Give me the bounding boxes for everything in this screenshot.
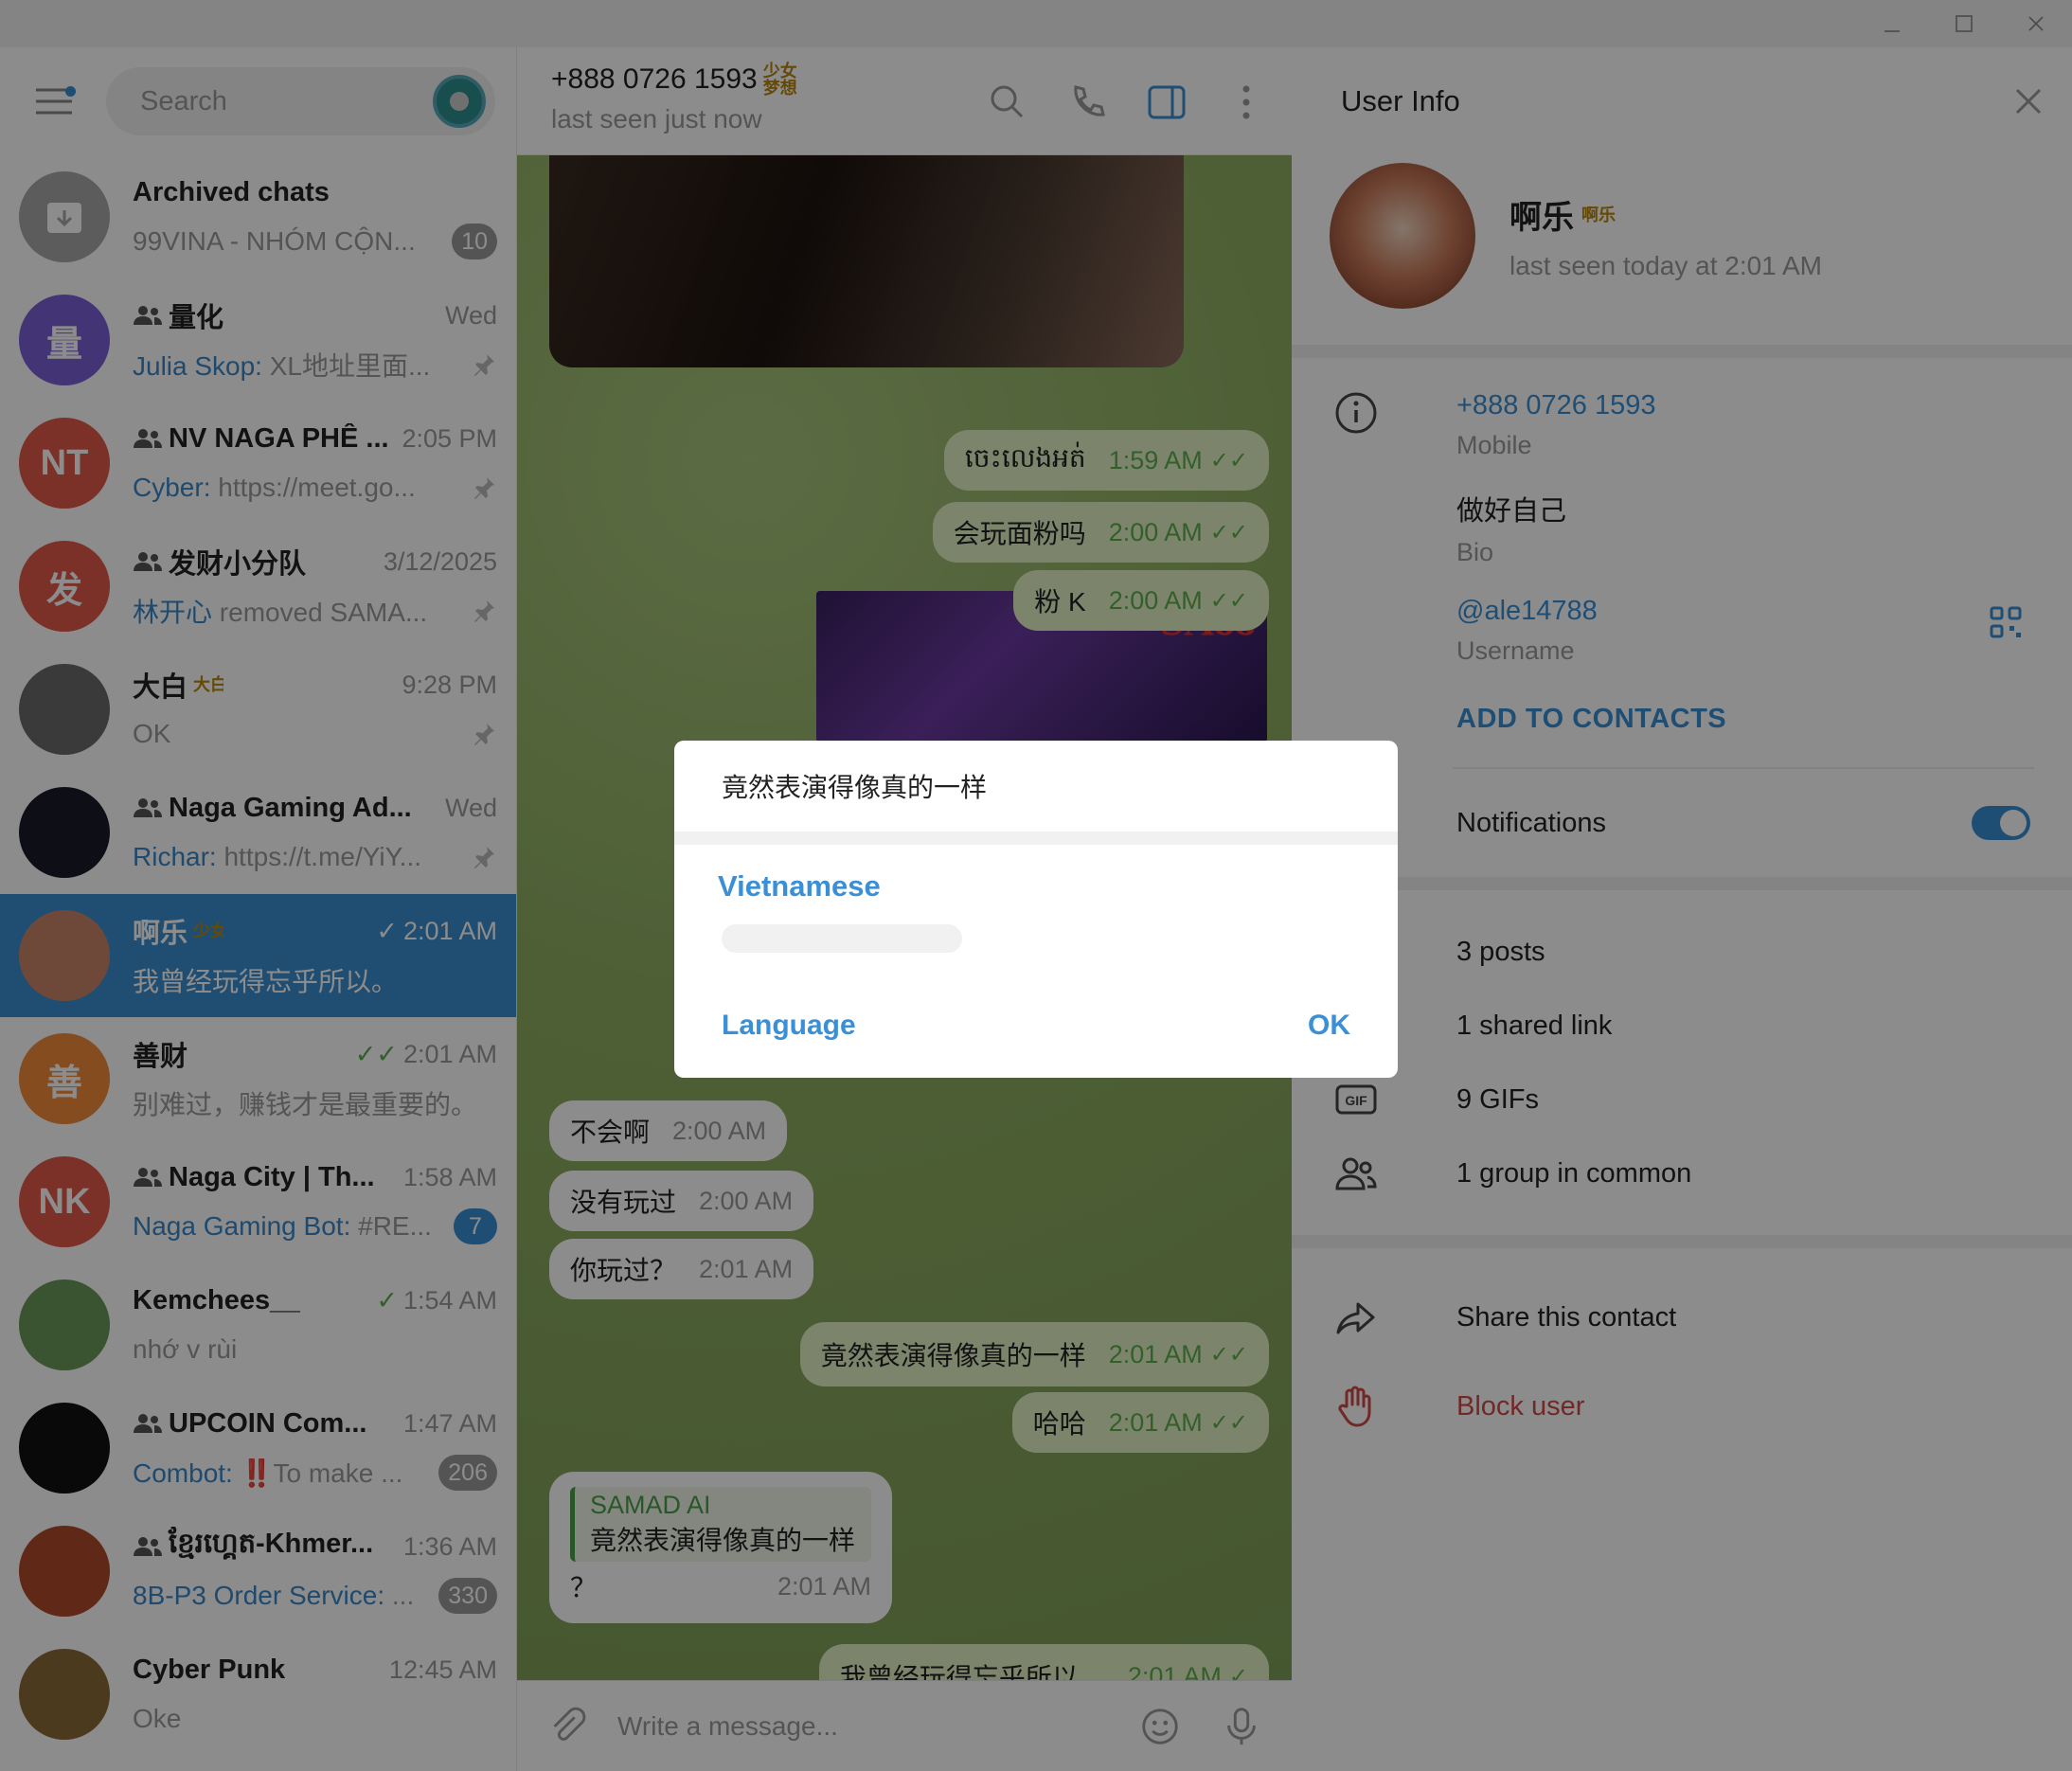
translate-dialog: 竟然表演得像真的一样 Vietnamese Language OK	[674, 741, 1398, 1078]
divider	[674, 832, 1398, 845]
language-button[interactable]: Language	[722, 1010, 856, 1042]
translation-loading-placeholder	[722, 924, 962, 953]
translate-source-text: 竟然表演得像真的一样	[722, 773, 988, 802]
target-language: Vietnamese	[718, 869, 881, 903]
ok-button[interactable]: OK	[1308, 1010, 1350, 1042]
